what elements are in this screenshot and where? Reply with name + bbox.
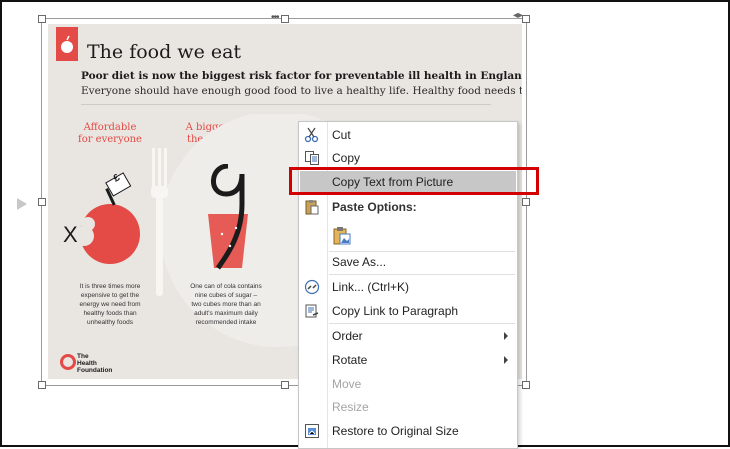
menu-item-rotate[interactable]: Rotate [300, 349, 516, 371]
menu-item-paste-options: Paste Options: [300, 196, 516, 218]
restore-size-icon [304, 423, 320, 439]
menu-item-label: Link... (Ctrl+K) [332, 280, 410, 294]
menu-item-order[interactable]: Order [300, 325, 516, 347]
resize-handle-bottom[interactable] [281, 381, 289, 389]
clipboard-icon [304, 199, 320, 215]
menu-item-move: Move [300, 373, 516, 395]
menu-item-label: Copy [332, 151, 361, 165]
menu-item-label: Rotate [332, 353, 368, 367]
resize-handle-top-left[interactable] [38, 15, 46, 23]
menu-item-label: Paste Options: [332, 200, 417, 214]
menu-item-label: Restore to Original Size [332, 424, 459, 438]
copy-icon [304, 150, 320, 166]
menu-item-label: Cut [332, 128, 351, 142]
menu-item-label: Order [332, 329, 363, 343]
link-icon [304, 279, 320, 295]
resize-handle-top[interactable] [281, 15, 289, 23]
menu-separator [329, 274, 515, 275]
menu-item-link[interactable]: Link... (Ctrl+K) [300, 276, 516, 298]
menu-separator [329, 323, 515, 324]
resize-handle-top-right[interactable] [522, 15, 530, 23]
menu-item-label: Save As... [332, 255, 387, 269]
resize-handle-right[interactable] [522, 198, 530, 206]
resize-handle-left[interactable] [38, 198, 46, 206]
menu-item-paste-picture[interactable] [300, 223, 516, 249]
menu-item-cut[interactable]: Cut [300, 124, 516, 146]
menu-item-resize: Resize [300, 396, 516, 418]
menu-item-save-as[interactable]: Save As... [300, 251, 516, 273]
menu-item-restore-original-size[interactable]: Restore to Original Size [300, 420, 516, 442]
paragraph-link-icon [304, 303, 320, 319]
paste-picture-icon [332, 226, 352, 246]
resize-handle-bottom-right[interactable] [522, 381, 530, 389]
menu-item-copy-link-to-paragraph[interactable]: Copy Link to Paragraph [300, 300, 516, 322]
paragraph-marker-icon [17, 198, 27, 210]
menu-item-label: Copy Link to Paragraph [332, 304, 459, 318]
resize-handle-bottom-left[interactable] [38, 381, 46, 389]
highlight-annotation [289, 167, 539, 195]
menu-item-label: Resize [332, 400, 369, 414]
submenu-arrow-icon [504, 332, 508, 340]
scissors-icon [304, 127, 320, 143]
menu-item-copy[interactable]: Copy [300, 147, 516, 169]
submenu-arrow-icon [504, 356, 508, 364]
menu-item-label: Move [332, 377, 362, 391]
